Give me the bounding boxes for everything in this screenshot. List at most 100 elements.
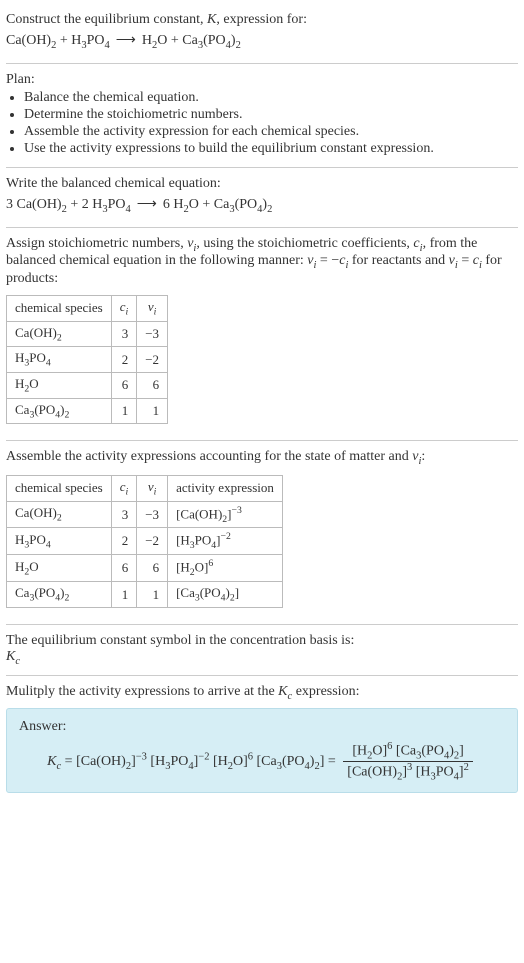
activity-table: chemical species ci νi activity expressi… <box>6 475 283 608</box>
plus: + <box>56 33 71 48</box>
var-K: K <box>207 12 216 27</box>
col-activity: activity expression <box>168 475 283 501</box>
cell: 3 <box>111 321 137 347</box>
cell: 1 <box>111 398 137 424</box>
cell: 6 <box>111 555 137 582</box>
kc: Kc <box>6 649 518 667</box>
sec-kc-symbol: The equilibrium constant symbol in the c… <box>6 625 518 676</box>
cell: Ca(OH)2 <box>7 321 112 347</box>
table-row: H3PO4 2 −2 [H3PO4]−2 <box>7 528 283 555</box>
text: , expression for: <box>216 12 307 27</box>
table-row: chemical species ci νi activity expressi… <box>7 475 283 501</box>
cell: −3 <box>137 501 168 528</box>
table-row: H2O 6 6 [H2O]6 <box>7 555 283 582</box>
stoich-text: Assign stoichiometric numbers, νi, using… <box>6 236 518 288</box>
term: [Ca3(PO4)2] <box>253 754 324 769</box>
balanced-title: Write the balanced chemical equation: <box>6 176 518 192</box>
cell: Ca(OH)2 <box>7 501 112 528</box>
table-row: H3PO4 2 −2 <box>7 347 168 373</box>
cell: −3 <box>137 321 168 347</box>
cell: Ca3(PO4)2 <box>7 398 112 424</box>
sec-activity: Assemble the activity expressions accoun… <box>6 441 518 625</box>
cell: H2O <box>7 555 112 582</box>
arrow-icon: ⟶ <box>131 197 163 212</box>
unbalanced-equation: Ca(OH)2 + H3PO4⟶H2O + Ca3(PO4)2 <box>6 32 518 51</box>
text: Construct the equilibrium constant, <box>6 12 207 27</box>
list-item: Use the activity expressions to build th… <box>24 141 518 157</box>
col-species: chemical species <box>7 475 112 501</box>
sec-plan: Plan: Balance the chemical equation. Det… <box>6 64 518 168</box>
cell: 1 <box>137 582 168 608</box>
denominator: [Ca(OH)2]3 [H3PO4]2 <box>343 762 473 782</box>
stoich-table: chemical species ci νi Ca(OH)2 3 −3 H3PO… <box>6 295 168 424</box>
table-row: H2O 6 6 <box>7 372 168 398</box>
species: Ca3(PO4)2 <box>214 197 273 212</box>
list-item: Balance the chemical equation. <box>24 90 518 106</box>
table-row: chemical species ci νi <box>7 296 168 322</box>
species: H2O <box>173 197 199 212</box>
activity-text: Assemble the activity expressions accoun… <box>6 449 518 467</box>
text: The equilibrium constant symbol in the c… <box>6 633 518 649</box>
col-nui: νi <box>137 475 168 501</box>
species: Ca3(PO4)2 <box>182 33 241 48</box>
species: H3PO4 <box>92 197 131 212</box>
species: H2O <box>142 33 168 48</box>
col-ci: ci <box>111 475 137 501</box>
table-row: Ca3(PO4)2 1 1 [Ca3(PO4)2] <box>7 582 283 608</box>
cell: H3PO4 <box>7 528 112 555</box>
species: Ca(OH)2 <box>6 33 56 48</box>
answer-expression: Kc = [Ca(OH)2]−3 [H3PO4]−2 [H2O]6 [Ca3(P… <box>19 741 505 783</box>
cell: 1 <box>111 582 137 608</box>
cell: [H3PO4]−2 <box>168 528 283 555</box>
col-species: chemical species <box>7 296 112 322</box>
term: [H3PO4]−2 <box>147 754 210 769</box>
term: [H2O]6 <box>209 754 253 769</box>
fraction: [H2O]6 [Ca3(PO4)2] [Ca(OH)2]3 [H3PO4]2 <box>343 741 473 783</box>
answer-label: Answer: <box>19 719 505 735</box>
numerator: [H2O]6 [Ca3(PO4)2] <box>343 741 473 762</box>
cell: −2 <box>137 528 168 555</box>
table-row: Ca3(PO4)2 1 1 <box>7 398 168 424</box>
sec-answer: Mulitply the activity expressions to arr… <box>6 676 518 802</box>
table-row: Ca(OH)2 3 −3 <box>7 321 168 347</box>
plan-title: Plan: <box>6 72 518 88</box>
balanced-equation: 3 Ca(OH)2 + 2 H3PO4⟶6 H2O + Ca3(PO4)2 <box>6 196 518 215</box>
cell: [H2O]6 <box>168 555 283 582</box>
answer-box: Answer: Kc = [Ca(OH)2]−3 [H3PO4]−2 [H2O]… <box>6 708 518 794</box>
list-item: Determine the stoichiometric numbers. <box>24 107 518 123</box>
species: Ca(OH)2 <box>17 197 67 212</box>
cell: −2 <box>137 347 168 373</box>
cell: 6 <box>137 555 168 582</box>
cell: [Ca(OH)2]−3 <box>168 501 283 528</box>
sec-balanced: Write the balanced chemical equation: 3 … <box>6 168 518 228</box>
cell: 6 <box>137 372 168 398</box>
list-item: Assemble the activity expression for eac… <box>24 124 518 140</box>
plan-list: Balance the chemical equation. Determine… <box>6 90 518 157</box>
table-row: Ca(OH)2 3 −3 [Ca(OH)2]−3 <box>7 501 283 528</box>
prompt-line: Construct the equilibrium constant, K, e… <box>6 12 518 28</box>
coef: 3 <box>6 197 17 212</box>
coef: 2 <box>82 197 93 212</box>
sec-stoich: Assign stoichiometric numbers, νi, using… <box>6 228 518 442</box>
cell: [Ca3(PO4)2] <box>168 582 283 608</box>
document: Construct the equilibrium constant, K, e… <box>0 0 524 805</box>
cell: 2 <box>111 528 137 555</box>
species: H3PO4 <box>71 33 110 48</box>
arrow-icon: ⟶ <box>110 33 142 48</box>
plus: + <box>67 197 82 212</box>
cell: H3PO4 <box>7 347 112 373</box>
coef: 6 <box>163 197 174 212</box>
cell: 6 <box>111 372 137 398</box>
multiply-text: Mulitply the activity expressions to arr… <box>6 684 518 702</box>
plus: + <box>199 197 214 212</box>
col-nui: νi <box>137 296 168 322</box>
cell: 1 <box>137 398 168 424</box>
cell: H2O <box>7 372 112 398</box>
cell: Ca3(PO4)2 <box>7 582 112 608</box>
col-ci: ci <box>111 296 137 322</box>
term: [Ca(OH)2]−3 <box>76 754 147 769</box>
plus: + <box>167 33 182 48</box>
sec-prompt: Construct the equilibrium constant, K, e… <box>6 4 518 64</box>
cell: 3 <box>111 501 137 528</box>
cell: 2 <box>111 347 137 373</box>
